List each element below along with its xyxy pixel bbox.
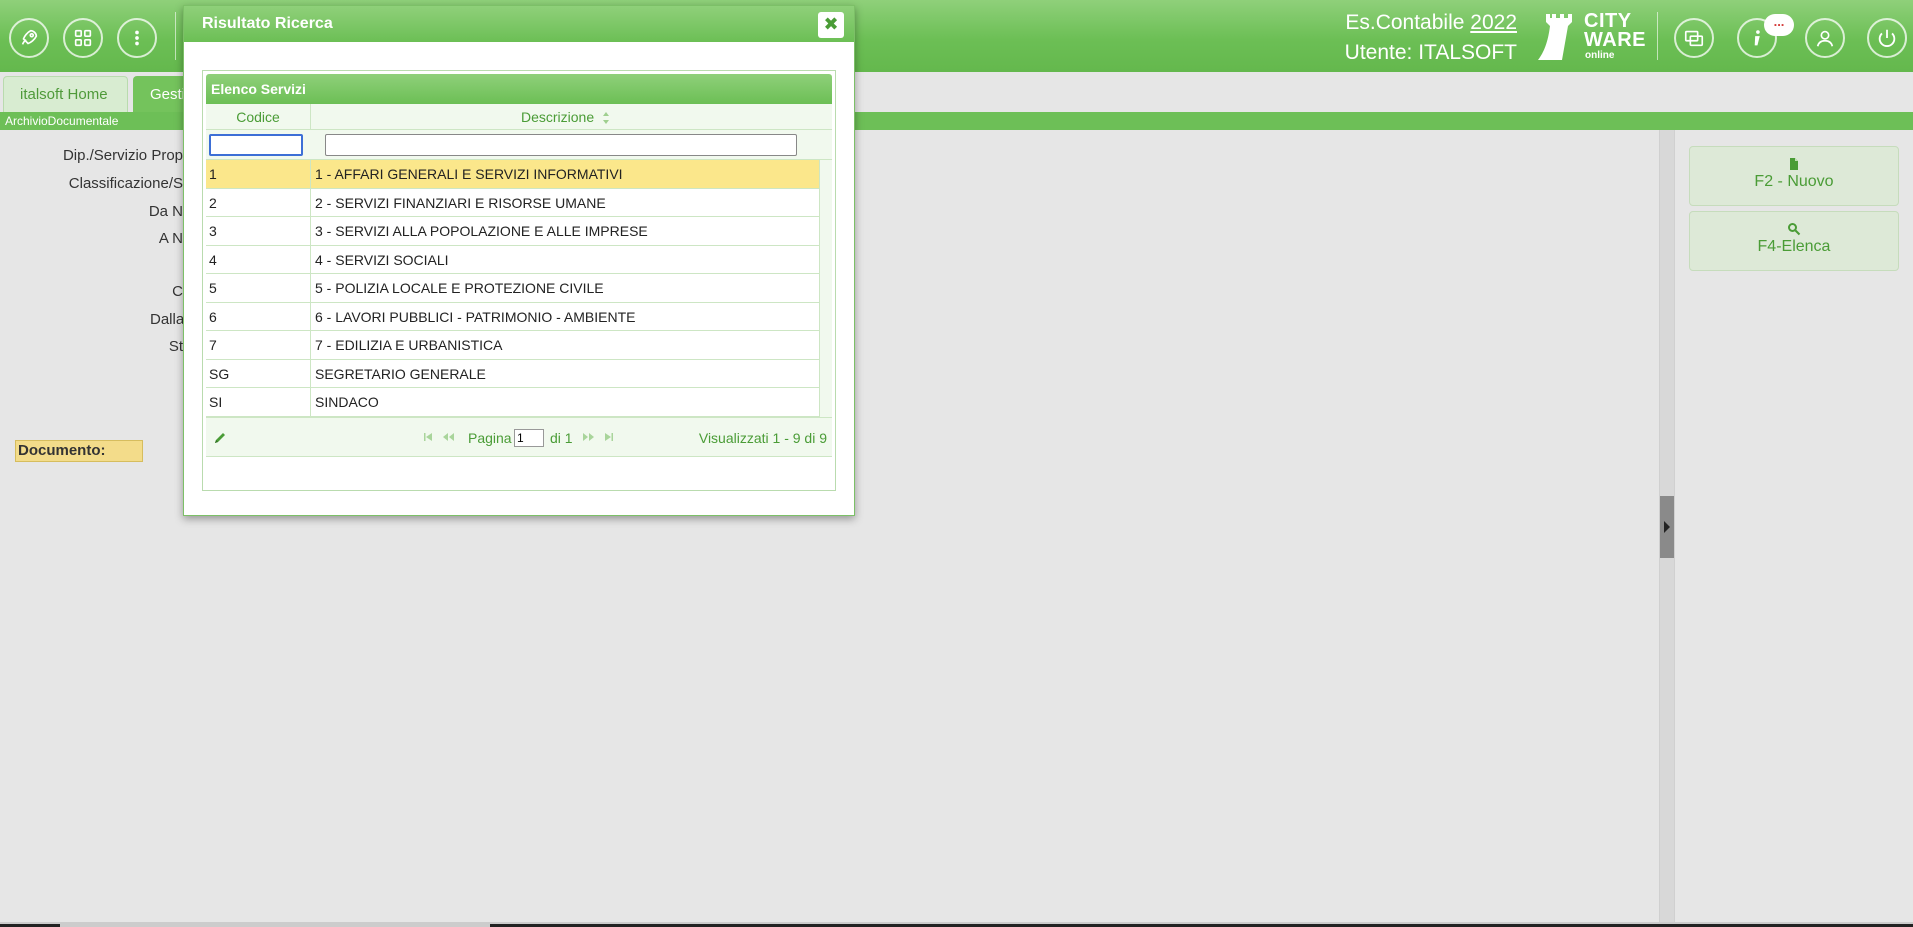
new-button[interactable]: F2 - Nuovo — [1689, 146, 1899, 206]
cell-codice: SI — [206, 388, 311, 416]
cell-descrizione: 6 - LAVORI PUBBLICI - PATRIMONIO - AMBIE… — [315, 308, 636, 325]
last-page-icon[interactable] — [602, 430, 616, 444]
cell-descrizione: 7 - EDILIZIA E URBANISTICA — [315, 337, 503, 353]
filter-codice-input[interactable] — [209, 134, 303, 156]
windows-icon[interactable] — [1674, 18, 1714, 58]
logo-subtitle: online — [1585, 50, 1615, 61]
cell-descrizione: 5 - POLIZIA LOCALE E PROTEZIONE CIVILE — [315, 280, 604, 296]
column-header-descrizione-label: Descrizione — [520, 109, 595, 125]
current-user-label: Utente: ITALSOFT — [1344, 41, 1517, 64]
cell-codice: 1 — [206, 160, 311, 188]
next-page-icon[interactable] — [582, 430, 596, 444]
cell-codice: 5 — [206, 274, 311, 302]
cell-descrizione: 4 - SERVIZI SOCIALI — [315, 251, 449, 268]
form-label-c: C — [172, 283, 183, 300]
rocket-icon[interactable] — [9, 18, 49, 58]
accounting-year-label: Es.Contabile — [1345, 11, 1465, 34]
grid-pager: Pagina di 1 Visualizzati 1 - 9 di 9 — [206, 417, 832, 457]
header-separator — [175, 12, 176, 60]
column-header-codice[interactable]: Codice — [206, 104, 311, 130]
list-button[interactable]: F4-Elenca — [1689, 211, 1899, 271]
close-icon[interactable]: ✖ — [818, 12, 844, 38]
cell-codice: 4 — [206, 245, 311, 273]
cell-codice: SG — [206, 359, 311, 387]
grid-filter-row — [206, 130, 832, 160]
documento-label: Documento: — [15, 440, 143, 462]
records-info: Visualizzati 1 - 9 di 9 — [698, 430, 827, 446]
logo-line2: WARE — [1584, 29, 1646, 51]
list-button-label: F4-Elenca — [1757, 238, 1831, 255]
cell-descrizione: 2 - SERVIZI FINANZIARI E RISORSE UMANE — [315, 194, 606, 211]
grid-scrollbar[interactable] — [819, 160, 832, 417]
cityware-logo: CITY WARE online — [1538, 11, 1646, 62]
cell-descrizione: SEGRETARIO GENERALE — [315, 365, 486, 382]
form-label-stato: St — [168, 338, 183, 355]
first-page-icon[interactable] — [421, 430, 435, 444]
castle-tower-icon — [1538, 14, 1572, 60]
grid-header: Codice Descrizione — [206, 104, 832, 130]
dialog-title: Risultato Ricerca — [184, 6, 854, 42]
column-header-codice-label: Codice — [236, 109, 280, 125]
table-row[interactable]: 44 - SERVIZI SOCIALI — [206, 245, 819, 274]
table-row[interactable]: SG SEGRETARIO GENERALE — [206, 359, 819, 388]
accounting-year-info: Es.Contabile 2022 Utente: ITALSOFT — [1345, 8, 1517, 68]
table-row[interactable]: 77 - EDILIZIA E URBANISTICA — [206, 331, 819, 360]
actions-panel: F2 - Nuovo F4-Elenca — [1674, 130, 1913, 922]
header-separator — [1657, 12, 1658, 60]
edit-pencil-icon[interactable] — [212, 430, 228, 446]
page-number-input[interactable] — [514, 429, 544, 447]
apps-grid-icon[interactable] — [63, 18, 103, 58]
panel-collapse-handle[interactable] — [1660, 496, 1674, 558]
form-label-dip-servizio: Dip./Servizio Prop — [62, 147, 183, 164]
cell-codice: 7 — [206, 331, 311, 359]
bottom-bar — [0, 922, 1913, 927]
search-icon — [1788, 223, 1801, 236]
notification-badge[interactable]: ... — [1764, 14, 1794, 36]
more-vertical-icon[interactable] — [117, 18, 157, 58]
form-label-dalla: Dalla — [150, 311, 183, 328]
search-result-dialog: Risultato Ricerca ✖ Elenco Servizi Codic… — [183, 5, 855, 516]
sort-icon — [603, 112, 610, 125]
table-row[interactable]: 22 - SERVIZI FINANZIARI E RISORSE UMANE — [206, 188, 819, 217]
tab-italsoft-home[interactable]: italsoft Home — [3, 76, 128, 112]
table-row[interactable]: 66 - LAVORI PUBBLICI - PATRIMONIO - AMBI… — [206, 302, 819, 331]
power-icon[interactable] — [1867, 18, 1907, 58]
prev-page-icon[interactable] — [441, 430, 455, 444]
cell-codice: 2 — [206, 188, 311, 216]
page-total-label: di 1 — [550, 430, 573, 446]
dialog-body: Elenco Servizi Codice Descrizione 11 - A… — [202, 70, 836, 491]
form-label-da-numero: Da N — [148, 203, 183, 220]
cell-descrizione: 1 - AFFARI GENERALI E SERVIZI INFORMATIV… — [315, 166, 623, 182]
new-button-label: F2 - Nuovo — [1754, 173, 1834, 190]
file-icon — [1790, 158, 1798, 170]
form-label-a-numero: A N — [158, 230, 183, 247]
filter-descrizione-input[interactable] — [325, 134, 797, 156]
table-row[interactable]: 33 - SERVIZI ALLA POPOLAZIONE E ALLE IMP… — [206, 217, 819, 246]
cell-descrizione: 3 - SERVIZI ALLA POPOLAZIONE E ALLE IMPR… — [315, 223, 648, 239]
grid-caption: Elenco Servizi — [206, 74, 832, 104]
form-label-classificazione: Classificazione/S — [68, 175, 183, 192]
cell-descrizione: SINDACO — [315, 394, 379, 410]
services-grid: Elenco Servizi Codice Descrizione 11 - A… — [206, 74, 832, 462]
cell-codice: 6 — [206, 302, 311, 330]
user-icon[interactable] — [1805, 18, 1845, 58]
column-header-descrizione[interactable]: Descrizione — [312, 104, 819, 130]
table-row[interactable]: 11 - AFFARI GENERALI E SERVIZI INFORMATI… — [206, 160, 819, 189]
table-row[interactable]: 55 - POLIZIA LOCALE E PROTEZIONE CIVILE — [206, 274, 819, 303]
cell-codice: 3 — [206, 217, 311, 245]
page-label: Pagina — [468, 430, 512, 446]
grid-rows: 11 - AFFARI GENERALI E SERVIZI INFORMATI… — [206, 160, 819, 417]
table-row[interactable]: SI SINDACO — [206, 388, 819, 417]
accounting-year-link[interactable]: 2022 — [1470, 11, 1517, 34]
